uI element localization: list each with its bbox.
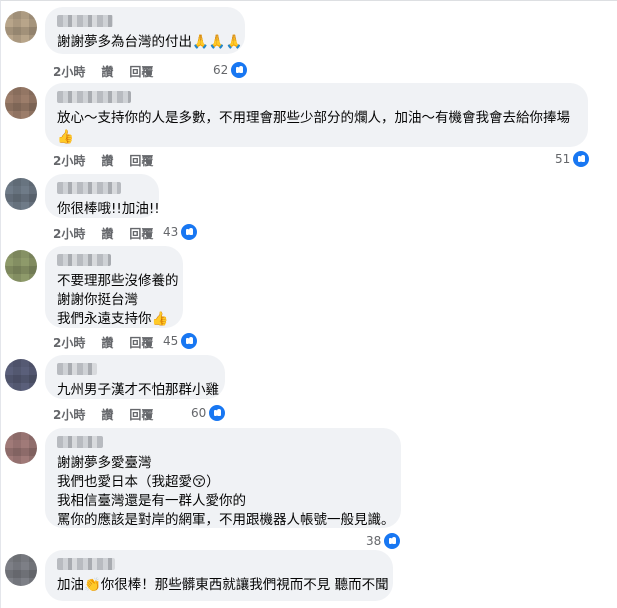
comment-text: 我們永遠支持你👍 <box>57 311 169 327</box>
avatar[interactable] <box>5 250 37 282</box>
comment-actions: 2小時 讚 回覆 <box>53 406 169 423</box>
like-button[interactable]: 讚 <box>101 154 113 168</box>
comment-bubble: 你很棒哦!!加油!! <box>45 174 160 218</box>
comment-text: 加油👏你很棒！那些髒東西就讓我們視而不見 聽而不聞 <box>57 577 389 593</box>
reply-button[interactable]: 回覆 <box>129 154 153 168</box>
like-icon <box>180 332 199 350</box>
comment-text: 罵你的應該是對岸的網軍，不用跟機器人帳號一般見識。 <box>57 512 395 528</box>
comment-bubble: 謝謝夢多為台灣的付出🙏🙏🙏 <box>45 7 245 54</box>
reaction-count-value: 43 <box>163 225 179 239</box>
like-icon <box>383 532 402 550</box>
reaction-count[interactable]: 60 <box>191 404 227 422</box>
reaction-count[interactable]: 51 <box>555 150 591 168</box>
comment-bubble: 謝謝夢多愛臺灣 我們也愛日本（我超愛😚） 我相信臺灣還是有一群人愛你的 罵你的應… <box>45 428 401 528</box>
reaction-count[interactable]: 45 <box>163 332 199 350</box>
timestamp[interactable]: 2小時 <box>53 336 85 350</box>
like-button[interactable]: 讚 <box>101 65 113 79</box>
comment-actions: 2小時 讚 回覆 <box>53 63 169 80</box>
comment-text: 不要理那些沒修養的 <box>57 273 179 289</box>
reply-button[interactable]: 回覆 <box>129 408 153 422</box>
avatar[interactable] <box>5 178 37 210</box>
comment-text: 謝謝你挺台灣 <box>57 292 138 308</box>
comment-bubble: 放心～支持你的人是多數，不用理會那些少部分的爛人，加油～有機會我會去給你捧場 👍 <box>45 83 588 147</box>
comment-text: 你很棒哦!!加油!! <box>57 201 160 217</box>
comment-bubble: 不要理那些沒修養的 謝謝你挺台灣 我們永遠支持你👍 <box>45 246 183 328</box>
timestamp[interactable]: 2小時 <box>53 154 85 168</box>
reply-button[interactable]: 回覆 <box>129 336 153 350</box>
comment-text: 放心～支持你的人是多數，不用理會那些少部分的爛人，加油～有機會我會去給你捧場 <box>57 110 570 126</box>
comment-text: 謝謝夢多愛臺灣 <box>57 455 152 471</box>
like-icon <box>208 404 227 422</box>
like-icon <box>230 61 249 79</box>
avatar[interactable] <box>5 554 37 586</box>
commenter-name[interactable] <box>57 363 97 375</box>
commenter-name[interactable] <box>57 558 115 570</box>
comment-text: 我相信臺灣還是有一群人愛你的 <box>57 493 246 509</box>
commenter-name[interactable] <box>57 436 103 448</box>
avatar[interactable] <box>5 87 37 119</box>
reaction-count-value: 38 <box>366 534 382 548</box>
timestamp[interactable]: 2小時 <box>53 227 85 241</box>
commenter-name[interactable] <box>57 91 131 103</box>
reply-button[interactable]: 回覆 <box>129 65 153 79</box>
like-button[interactable]: 讚 <box>101 227 113 241</box>
comment-text: 我們也愛日本（我超愛😚） <box>57 474 220 490</box>
comment-bubble: 加油👏你很棒！那些髒東西就讓我們視而不見 聽而不聞 <box>45 550 393 601</box>
timestamp[interactable]: 2小時 <box>53 408 85 422</box>
comment-actions: 2小時 讚 回覆 <box>53 334 169 351</box>
avatar[interactable] <box>5 432 37 464</box>
comment-actions: 2小時 讚 回覆 <box>53 152 169 169</box>
comment-text: 九州男子漢才不怕那群小雞 <box>57 382 219 398</box>
commenter-name[interactable] <box>57 182 121 194</box>
like-icon <box>572 150 591 168</box>
comment-text: 謝謝夢多為台灣的付出🙏🙏🙏 <box>57 34 243 50</box>
comment-bubble: 九州男子漢才不怕那群小雞 <box>45 355 225 399</box>
commenter-name[interactable] <box>57 254 111 266</box>
commenter-name[interactable] <box>57 15 113 27</box>
reaction-count-value: 60 <box>191 406 207 420</box>
reaction-count[interactable]: 62 <box>213 61 249 79</box>
reaction-count[interactable]: 38 <box>366 532 402 550</box>
comment-section: 謝謝夢多為台灣的付出🙏🙏🙏 2小時讚回覆 62 放心～支持你的人是多數，不用理會… <box>0 0 617 608</box>
avatar[interactable] <box>5 359 37 391</box>
timestamp[interactable]: 2小時 <box>53 65 85 79</box>
comment-text: 👍 <box>57 129 74 145</box>
like-button[interactable]: 讚 <box>101 408 113 422</box>
reaction-count[interactable]: 43 <box>163 223 199 241</box>
comment-actions: 2小時 讚 回覆 <box>53 225 169 242</box>
like-icon <box>180 223 199 241</box>
reaction-count-value: 62 <box>213 63 229 77</box>
reaction-count-value: 45 <box>163 334 179 348</box>
reaction-count-value: 51 <box>555 152 571 166</box>
avatar[interactable] <box>5 11 37 43</box>
reply-button[interactable]: 回覆 <box>129 227 153 241</box>
like-button[interactable]: 讚 <box>101 336 113 350</box>
